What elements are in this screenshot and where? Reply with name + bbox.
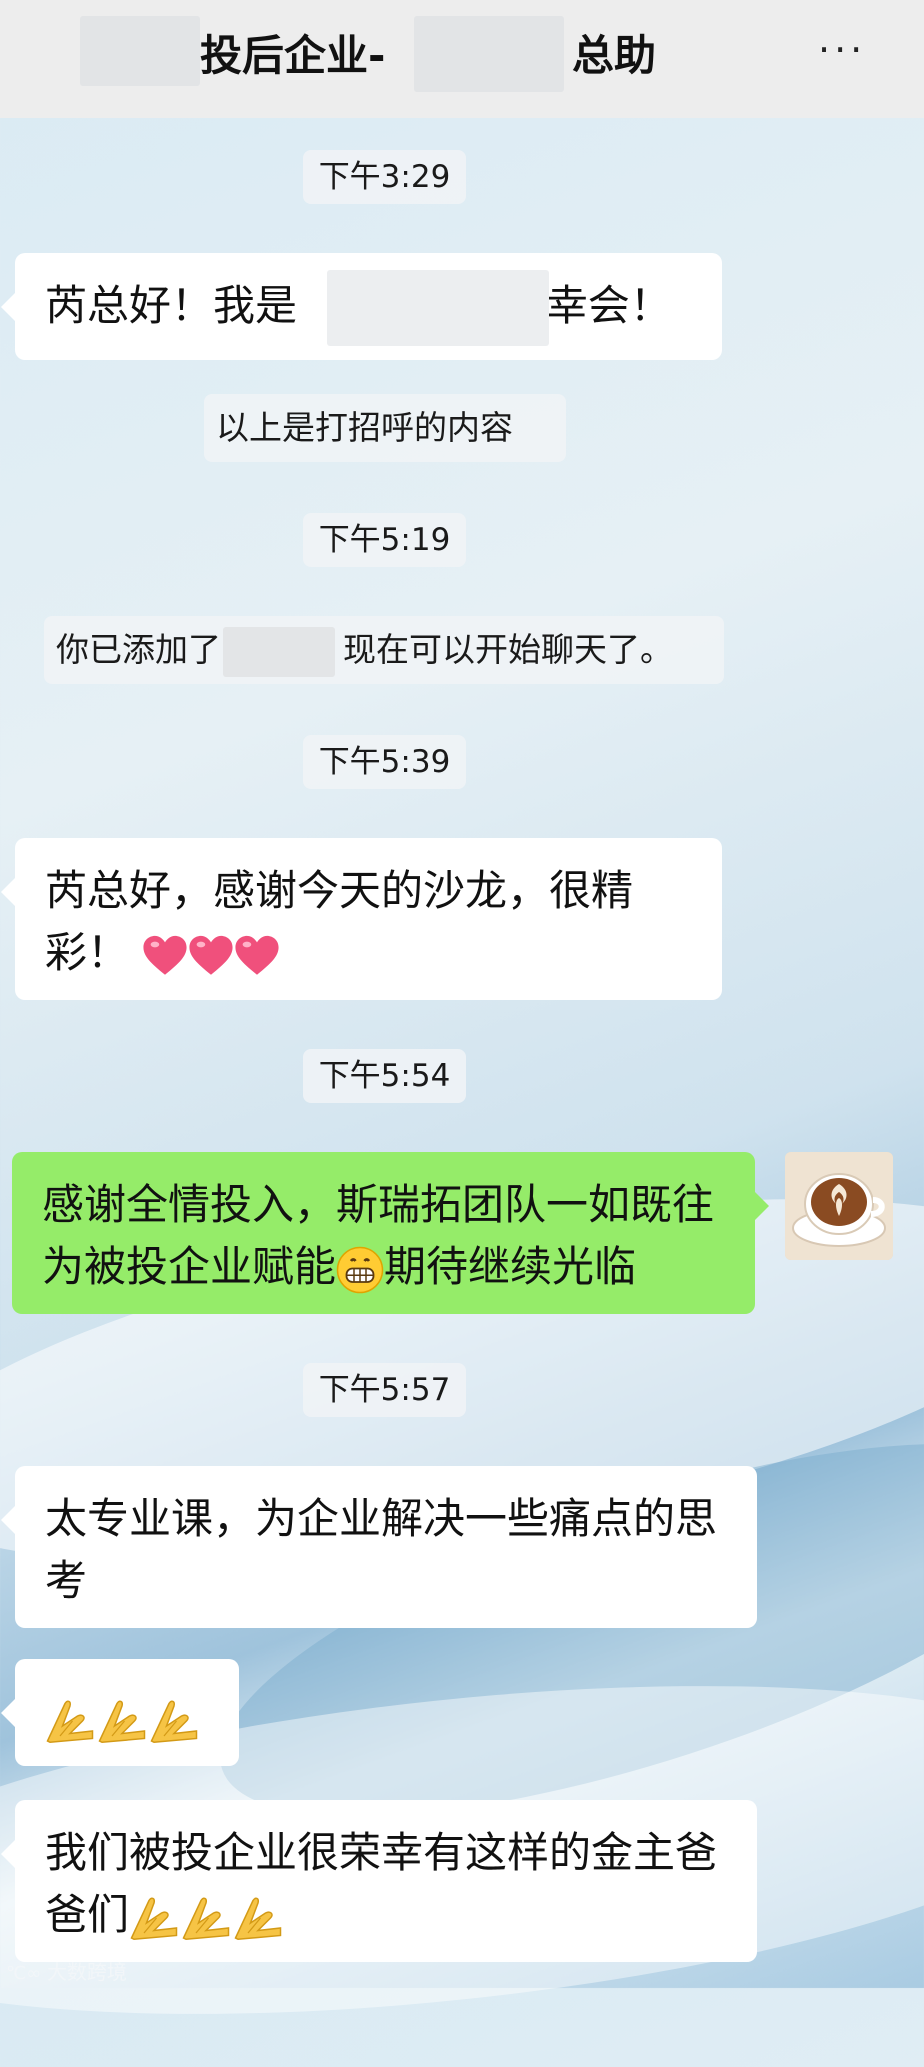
chat-header: 投后企业- 总助 ···	[0, 0, 924, 118]
message-text: 幸会！	[545, 281, 672, 330]
folded-hands-icon	[98, 1700, 146, 1743]
outgoing-message[interactable]: 感谢全情投入，斯瑞拓团队一如既往为被投企业赋能 期待继续光临	[12, 1152, 769, 1314]
timestamp: 下午3:29	[303, 150, 466, 204]
folded-hands-icon	[46, 1700, 94, 1743]
folded-hands-icon	[182, 1897, 230, 1940]
coffee-latte-avatar[interactable]	[785, 1152, 893, 1260]
redacted-block	[327, 270, 549, 346]
grinning-face-icon	[336, 1246, 384, 1293]
heart-icon	[235, 935, 279, 975]
incoming-message[interactable]	[1, 1659, 239, 1766]
incoming-message[interactable]: 太专业课，为企业解决一些痛点的思考	[1, 1466, 757, 1628]
chat-title-suffix: 总助	[572, 31, 657, 80]
notice-text: 现在可以开始聊天了。	[343, 630, 673, 669]
incoming-message[interactable]: 我们被投企业很荣幸有这样的金主爸爸们	[1, 1800, 757, 1962]
message-text: 芮总好，感谢今天的沙龙，很精彩！	[45, 866, 634, 977]
folded-hands-icon	[234, 1897, 282, 1940]
message-text: 芮总好！我是	[45, 281, 298, 330]
timestamp: 下午5:19	[303, 513, 466, 567]
message-text: 太专业课，为企业解决一些痛点的思考	[45, 1494, 718, 1605]
redacted-block	[223, 626, 335, 677]
incoming-message[interactable]: 芮总好！我是 幸会！	[1, 253, 722, 360]
redacted-block	[414, 16, 564, 92]
system-notice: 你已添加了 现在可以开始聊天了。	[44, 616, 724, 684]
more-options-button[interactable]: ···	[818, 28, 866, 72]
watermark-logo-icon: ℃∞	[6, 1963, 47, 1984]
timestamp: 下午5:39	[303, 735, 466, 789]
heart-icon	[143, 935, 187, 975]
message-text: 期待继续光临	[384, 1242, 637, 1291]
timestamp: 下午5:54	[303, 1049, 466, 1103]
system-notice: 以上是打招呼的内容	[204, 394, 566, 462]
watermark-label: 大数跨境	[46, 1960, 127, 1984]
heart-icon	[189, 935, 233, 975]
incoming-message[interactable]: 芮总好，感谢今天的沙龙，很精彩！	[1, 838, 722, 1000]
chat-title-prefix: 投后企业-	[200, 31, 386, 80]
notice-text: 你已添加了	[56, 630, 221, 669]
timestamp: 下午5:57	[303, 1363, 466, 1417]
folded-hands-icon	[130, 1897, 178, 1940]
watermark-text: ℃∞ 大数跨境	[6, 1956, 127, 1985]
folded-hands-icon	[150, 1700, 198, 1743]
redacted-block	[80, 16, 200, 86]
